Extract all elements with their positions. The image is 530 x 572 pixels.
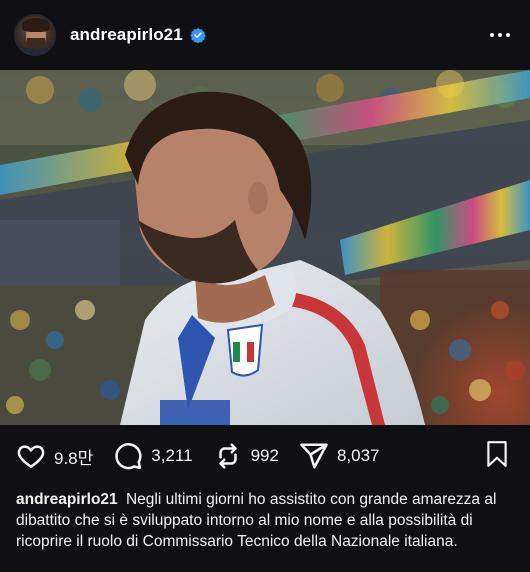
more-dot xyxy=(498,33,502,37)
photo-illustration xyxy=(0,70,530,425)
share-button[interactable]: 8,037 xyxy=(299,441,380,471)
post-actions: 9.8만 3,211 992 8,037 xyxy=(0,425,530,487)
more-dot xyxy=(490,33,494,37)
avatar-hair xyxy=(22,18,50,32)
heart-icon xyxy=(17,445,45,468)
send-icon xyxy=(300,443,328,469)
like-count: 9.8만 xyxy=(54,448,94,468)
comment-count: 3,211 xyxy=(151,446,193,465)
caption-username[interactable]: andreapirlo21 xyxy=(16,491,118,508)
post-photo[interactable] xyxy=(0,70,530,425)
post-username[interactable]: andreapirlo21 xyxy=(70,25,183,45)
repost-count: 992 xyxy=(250,446,279,465)
verified-badge-icon xyxy=(190,28,206,43)
repost-button[interactable]: 992 xyxy=(213,441,279,471)
bookmark-icon xyxy=(487,440,507,467)
post-caption: andreapirlo21 Negli ultimi giorni ho ass… xyxy=(16,489,520,552)
repost-icon xyxy=(218,443,237,469)
profile-avatar[interactable] xyxy=(14,14,56,56)
avatar-beard xyxy=(27,38,45,50)
save-button[interactable] xyxy=(484,440,510,473)
comment-button[interactable]: 3,211 xyxy=(113,441,193,471)
like-button[interactable]: 9.8만 xyxy=(16,441,93,471)
share-count: 8,037 xyxy=(336,446,380,465)
more-options-icon[interactable] xyxy=(490,25,510,45)
comment-bubble-icon xyxy=(115,443,142,470)
post-header: andreapirlo21 xyxy=(0,0,530,70)
more-dot xyxy=(506,33,510,37)
